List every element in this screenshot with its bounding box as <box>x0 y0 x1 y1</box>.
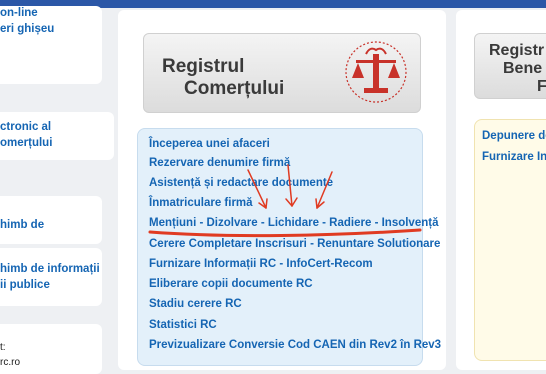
right-link-depunere[interactable]: Depunere de <box>482 129 546 143</box>
right-link-furnizare[interactable]: Furnizare Info <box>482 150 546 164</box>
right-banner-line2: Bene <box>503 60 543 77</box>
annotation-arrow-3 <box>316 171 333 209</box>
annotation-arrow-2 <box>287 164 293 207</box>
annotation-underline <box>148 228 422 238</box>
right-banner-line3: F <box>537 78 546 95</box>
right-banner[interactable]: Registr Bene F <box>474 33 546 99</box>
right-banner-line1: Registr <box>489 42 545 59</box>
annotation-arrow-1 <box>247 169 267 209</box>
